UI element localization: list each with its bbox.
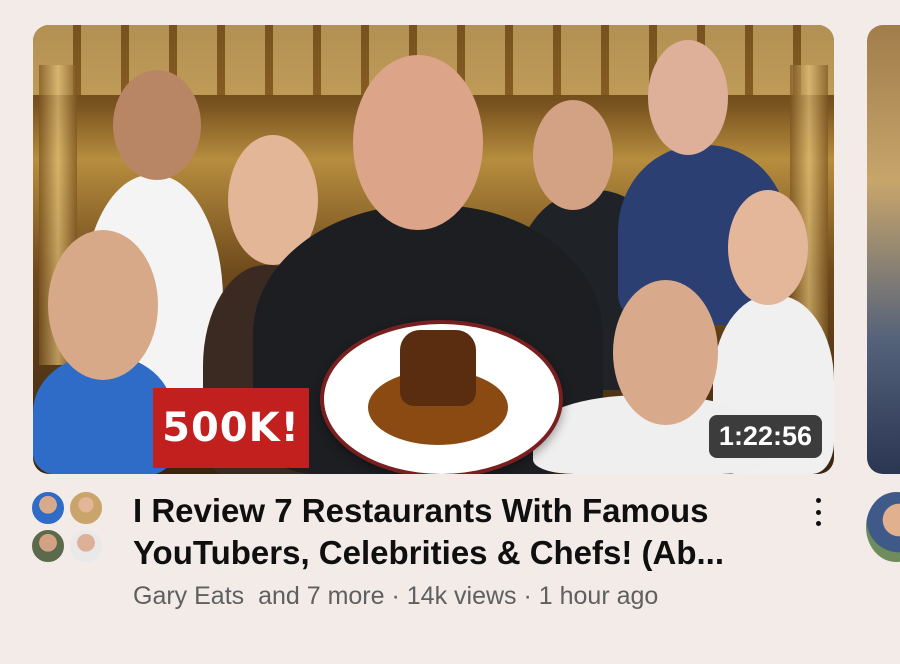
video-title[interactable]: I Review 7 Restaurants With Famous YouTu… <box>133 490 783 574</box>
video-meta: Gary Eats and 7 more · 14k views · 1 hou… <box>133 582 658 611</box>
avatar <box>30 490 66 526</box>
thumbnail-badge: 500K! <box>153 388 309 468</box>
meta-separator: · <box>391 582 400 610</box>
duration-label: 1:22:56 <box>708 415 822 458</box>
next-video-thumbnail[interactable] <box>867 25 900 474</box>
person-head <box>533 100 613 210</box>
avatar <box>68 528 104 564</box>
more-options-icon[interactable] <box>806 494 830 530</box>
next-video-avatar[interactable] <box>866 492 900 562</box>
avatar <box>30 528 66 564</box>
person-head-center <box>353 55 483 230</box>
channel-suffix[interactable]: and 7 more <box>258 582 384 610</box>
channel-avatar-cluster[interactable] <box>30 490 106 566</box>
channel-name[interactable]: Gary Eats <box>133 582 244 610</box>
meta-separator: · <box>523 582 532 610</box>
video-thumbnail[interactable]: 500K! 1:22:56 <box>33 25 834 474</box>
person-head <box>113 70 201 180</box>
view-count: 14k views <box>406 582 517 610</box>
sticky-toffee-pudding <box>400 330 476 406</box>
upload-time: 1 hour ago <box>538 582 659 610</box>
person-head <box>48 230 158 380</box>
person-head <box>648 40 728 155</box>
person-head <box>613 280 718 425</box>
avatar <box>68 490 104 526</box>
person-head <box>728 190 808 305</box>
